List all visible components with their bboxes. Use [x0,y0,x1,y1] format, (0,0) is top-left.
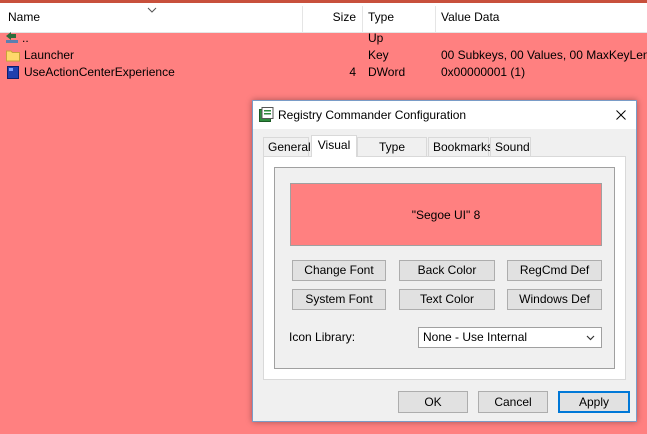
system-font-button[interactable]: System Font [292,289,386,310]
row-type: Key [368,48,389,62]
row-size: 4 [349,65,356,79]
row-value: 0x00000001 (1) [441,65,526,79]
close-button[interactable] [606,101,636,129]
column-divider[interactable] [435,6,436,32]
chevron-down-icon [586,335,595,341]
tab-bookmarks[interactable]: Bookmarks [428,137,493,156]
row-name: Launcher [24,48,75,62]
column-header-size[interactable]: Size [302,3,356,32]
icon-library-label: Icon Library: [289,330,356,344]
dialog-title: Registry Commander Configuration [278,108,467,122]
sort-chevron-icon [147,7,157,13]
list-row-useactioncenterexperience[interactable]: UseActionCenterExperience 4 DWord 0x0000… [0,64,647,81]
registry-commander-icon [259,107,274,122]
font-preview: "Segoe UI" 8 [290,183,602,246]
row-name: UseActionCenterExperience [24,65,175,79]
icon-library-select[interactable]: None - Use Internal [418,327,602,348]
tab-visual[interactable]: Visual [311,135,357,157]
change-font-button[interactable]: Change Font [292,260,386,281]
visual-tab-panel: "Segoe UI" 8 Change Font Back Color RegC… [263,156,626,380]
row-type: DWord [368,65,406,79]
regcmd-def-button[interactable]: RegCmd Def [507,260,602,281]
back-color-button[interactable]: Back Color [399,260,495,281]
folder-icon [6,50,20,62]
column-header-bar: Name Size Type Value Data [0,3,647,33]
ok-button[interactable]: OK [398,391,468,413]
visual-settings-group: "Segoe UI" 8 Change Font Back Color RegC… [274,167,615,369]
windows-def-button[interactable]: Windows Def [507,289,602,310]
dword-value-icon [7,66,19,79]
up-folder-icon [6,32,18,43]
configuration-dialog: Registry Commander Configuration General… [252,100,637,422]
dialog-titlebar[interactable]: Registry Commander Configuration [253,101,636,129]
row-name: .. [22,31,29,45]
tab-general[interactable]: General [263,137,311,156]
row-value: 00 Subkeys, 00 Values, 00 MaxKeyLen, 00 [441,48,647,62]
column-header-type[interactable]: Type [368,3,394,32]
apply-button[interactable]: Apply [558,391,630,413]
cancel-button[interactable]: Cancel [478,391,548,413]
column-header-value[interactable]: Value Data [441,3,499,32]
font-preview-text: "Segoe UI" 8 [411,207,481,222]
icon-library-value: None - Use Internal [423,330,528,344]
list-row-launcher[interactable]: Launcher Key 00 Subkeys, 00 Values, 00 M… [0,47,647,64]
row-type: Up [368,31,384,45]
column-divider[interactable] [362,6,363,32]
tab-type-format[interactable]: Type Format [357,137,427,172]
list-row-up[interactable]: .. Up [0,30,647,47]
close-icon [616,110,626,120]
tab-sound[interactable]: Sound [490,137,531,156]
text-color-button[interactable]: Text Color [399,289,495,310]
column-header-name[interactable]: Name [8,3,40,32]
